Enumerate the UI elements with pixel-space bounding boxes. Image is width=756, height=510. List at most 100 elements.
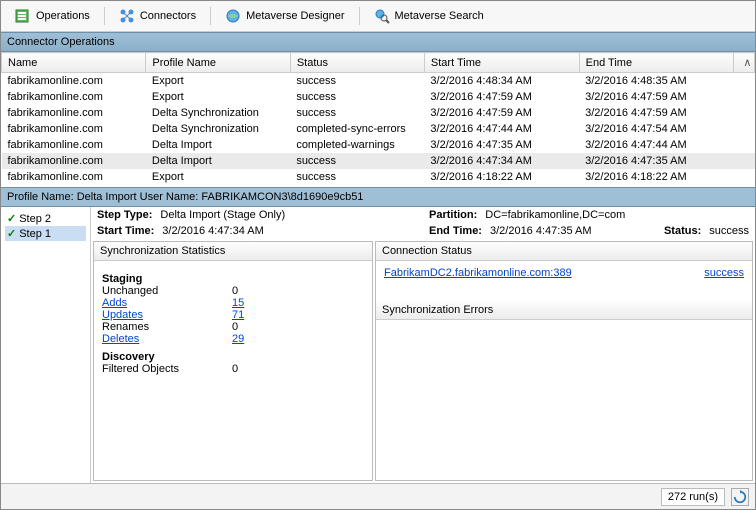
cell-status: success <box>290 169 424 185</box>
table-row[interactable]: fabrikamonline.comExportsuccess3/2/2016 … <box>2 169 755 185</box>
connectors-icon <box>119 8 135 24</box>
metaverse-designer-icon <box>225 8 241 24</box>
sync-errors-header: Synchronization Errors <box>376 301 752 320</box>
operations-tab[interactable]: Operations <box>7 5 98 27</box>
adds-value[interactable]: 15 <box>232 297 244 309</box>
filtered-value: 0 <box>232 363 238 375</box>
cell-profile: Delta Synchronization <box>146 121 290 137</box>
start-time-value: 3/2/2016 4:47:34 AM <box>162 225 264 237</box>
cell-name: fabrikamonline.com <box>2 105 146 121</box>
step-1-item[interactable]: ✓ Step 1 <box>5 226 86 241</box>
deletes-value[interactable]: 29 <box>232 333 244 345</box>
cell-end: 3/2/2016 4:47:59 AM <box>579 105 734 121</box>
metaverse-designer-label: Metaverse Designer <box>246 10 344 22</box>
connection-host-link[interactable]: FabrikamDC2.fabrikamonline.com:389 <box>384 267 572 295</box>
staging-group: Staging <box>102 273 364 285</box>
metaverse-search-tab[interactable]: Metaverse Search <box>366 5 492 27</box>
table-row[interactable]: fabrikamonline.comExportsuccess 3/2/2016 … <box>2 185 755 187</box>
metaverse-designer-tab[interactable]: Metaverse Designer <box>217 5 352 27</box>
operations-grid[interactable]: Name Profile Name Status Start Time End … <box>1 52 755 187</box>
operations-label: Operations <box>36 10 90 22</box>
table-row[interactable]: fabrikamonline.comDelta Importsuccess3/2… <box>2 153 755 169</box>
runs-count: 272 run(s) <box>661 488 725 506</box>
col-status[interactable]: Status <box>290 53 424 73</box>
check-icon: ✓ <box>7 227 16 240</box>
separator <box>210 7 211 25</box>
cell-name: fabrikamonline.com <box>2 185 146 187</box>
metaverse-search-label: Metaverse Search <box>395 10 484 22</box>
cell-status: success <box>290 89 424 105</box>
cell-start: 3/2/2016 4:47:44 AM <box>424 121 579 137</box>
cell-start: 3/2/2016 4:47:59 AM <box>424 105 579 121</box>
scroll-up-icon[interactable]: ∧ <box>740 56 754 69</box>
status-value: success <box>709 225 749 237</box>
cell-end: 3/2/2016 4:47:59 AM <box>579 89 734 105</box>
separator <box>359 7 360 25</box>
cell-end: 3/2/2016 4:48:35 AM <box>579 73 734 90</box>
cell-profile: Delta Import <box>146 153 290 169</box>
cell-end: 3/2/2016 4:18:22 AM <box>579 169 734 185</box>
deletes-link[interactable]: Deletes <box>102 333 232 345</box>
col-name[interactable]: Name <box>2 53 146 73</box>
step-label: Step 2 <box>19 213 51 225</box>
grid-header-row[interactable]: Name Profile Name Status Start Time End … <box>2 53 755 73</box>
cell-profile: Export <box>146 89 290 105</box>
cell-name: fabrikamonline.com <box>2 153 146 169</box>
cell-profile: Export <box>146 185 290 187</box>
cell-name: fabrikamonline.com <box>2 137 146 153</box>
step-type-value: Delta Import (Stage Only) <box>160 209 285 221</box>
cell-end: 3/2/2016 4:18:22 AM <box>579 185 734 187</box>
sync-errors-body <box>376 320 752 480</box>
table-row[interactable]: fabrikamonline.comExportsuccess3/2/2016 … <box>2 73 755 90</box>
step-label: Step 1 <box>19 228 51 240</box>
cell-status: completed-sync-errors <box>290 121 424 137</box>
cell-end: 3/2/2016 4:47:54 AM <box>579 121 734 137</box>
col-scroll: ∧ <box>734 53 755 73</box>
step-2-item[interactable]: ✓ Step 2 <box>5 211 86 226</box>
updates-link[interactable]: Updates <box>102 309 232 321</box>
cell-profile: Delta Synchronization <box>146 105 290 121</box>
details-area: ✓ Step 2 ✓ Step 1 Step Type: Delta Impor… <box>1 207 755 483</box>
discovery-group: Discovery <box>102 351 364 363</box>
col-end[interactable]: End Time <box>579 53 734 73</box>
connectors-tab[interactable]: Connectors <box>111 5 204 27</box>
step-list: ✓ Step 2 ✓ Step 1 <box>1 207 91 483</box>
col-profile[interactable]: Profile Name <box>146 53 290 73</box>
detail-main: Step Type: Delta Import (Stage Only) Sta… <box>91 207 755 483</box>
table-row[interactable]: fabrikamonline.comDelta Synchronizationc… <box>2 121 755 137</box>
col-start[interactable]: Start Time <box>424 53 579 73</box>
cell-end: 3/2/2016 4:47:44 AM <box>579 137 734 153</box>
cell-start: 3/2/2016 4:18:22 AM <box>424 169 579 185</box>
cell-start: 3/2/2016 4:48:34 AM <box>424 73 579 90</box>
start-time-label: Start Time: <box>97 225 154 237</box>
end-time-label: End Time: <box>429 225 482 237</box>
refresh-button[interactable] <box>731 488 749 506</box>
cell-end: 3/2/2016 4:47:35 AM <box>579 153 734 169</box>
cell-name: fabrikamonline.com <box>2 89 146 105</box>
check-icon: ✓ <box>7 212 16 225</box>
connectors-label: Connectors <box>140 10 196 22</box>
cell-profile: Export <box>146 169 290 185</box>
status-bar: 272 run(s) <box>1 483 755 509</box>
cell-status: success <box>290 73 424 90</box>
end-time-value: 3/2/2016 4:47:35 AM <box>490 225 592 237</box>
cell-name: fabrikamonline.com <box>2 169 146 185</box>
metaverse-search-icon <box>374 8 390 24</box>
renames-value: 0 <box>232 321 238 333</box>
sync-statistics-header: Synchronization Statistics <box>94 242 372 261</box>
table-row[interactable]: fabrikamonline.comDelta Importcompleted-… <box>2 137 755 153</box>
table-row[interactable]: fabrikamonline.comExportsuccess 3/2/2016 … <box>2 89 755 105</box>
table-row[interactable]: fabrikamonline.comDelta Synchronizations… <box>2 105 755 121</box>
toolbar: Operations Connectors Metaverse Designer… <box>1 1 755 32</box>
cell-name: fabrikamonline.com <box>2 73 146 90</box>
connection-result-link[interactable]: success <box>704 267 744 295</box>
cell-start: 3/2/2016 4:47:34 AM <box>424 153 579 169</box>
updates-value[interactable]: 71 <box>232 309 244 321</box>
renames-label: Renames <box>102 321 232 333</box>
operations-icon <box>15 8 31 24</box>
sync-statistics-panel: Synchronization Statistics Staging Uncha… <box>93 241 373 481</box>
cell-status: success <box>290 185 424 187</box>
cell-name: fabrikamonline.com <box>2 121 146 137</box>
cell-status: success <box>290 153 424 169</box>
adds-link[interactable]: Adds <box>102 297 232 309</box>
